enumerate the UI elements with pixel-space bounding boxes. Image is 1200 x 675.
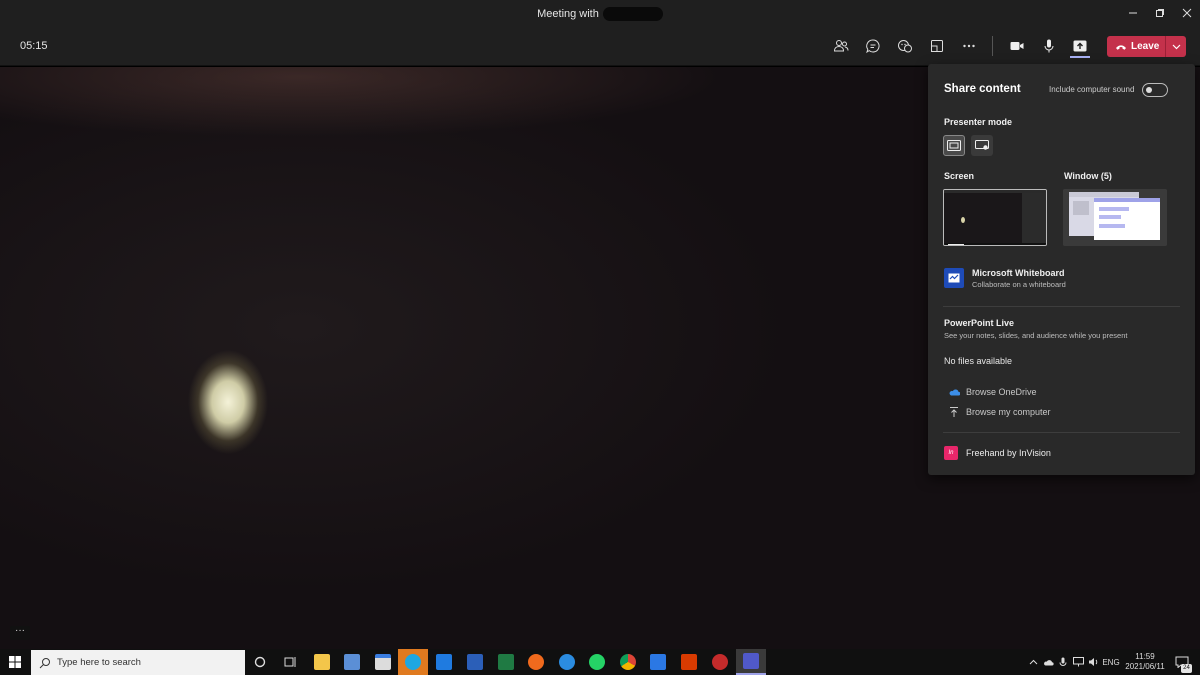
store-icon[interactable] [368, 649, 398, 675]
powerpoint-live-sub: See your notes, slides, and audience whi… [944, 331, 1128, 340]
toolbar-separator [992, 36, 993, 56]
title-bar: Meeting with [0, 0, 1200, 26]
whiteboard-icon [944, 268, 964, 288]
invision-icon: In [944, 446, 958, 460]
upload-icon [950, 407, 958, 417]
share-active-indicator [1070, 56, 1090, 58]
stage-more-button[interactable]: ··· [10, 626, 30, 640]
powerpoint-live-title: PowerPoint Live [944, 318, 1015, 328]
office-icon[interactable] [674, 649, 704, 675]
edge-icon[interactable] [552, 649, 582, 675]
onedrive-tray-icon[interactable] [1041, 649, 1055, 675]
mail-icon[interactable] [429, 649, 459, 675]
mic-icon[interactable] [1037, 34, 1061, 58]
presenter-mode-standout-icon[interactable] [971, 135, 993, 156]
minimize-icon[interactable] [1119, 0, 1147, 26]
leave-main[interactable]: Leave [1107, 36, 1165, 57]
window-label: Window (5) [1064, 171, 1112, 181]
notification-count-badge: 24 [1181, 664, 1192, 673]
mic-tray-icon[interactable] [1056, 649, 1070, 675]
presenter-mode-content-only-icon[interactable] [943, 135, 965, 156]
app-icon[interactable] [705, 649, 735, 675]
taskbar-clock[interactable]: 11:59 2021/06/11 [1124, 652, 1166, 672]
leave-button[interactable]: Leave [1107, 36, 1186, 57]
taskbar-search-box[interactable]: Type here to search [31, 650, 245, 675]
taskbar: Type here to search ENG 11:59 2021/06/11… [0, 649, 1200, 675]
network-tray-icon[interactable] [1071, 649, 1085, 675]
teams-icon[interactable] [736, 649, 766, 675]
onedrive-icon [949, 389, 960, 396]
freehand-option[interactable]: In Freehand by InVision [944, 446, 1051, 460]
tray-chevron-icon[interactable] [1026, 649, 1040, 675]
redacted-name [602, 7, 663, 21]
whiteboard-taskbar-icon[interactable] [643, 649, 673, 675]
panel-title: Share content [944, 83, 1021, 95]
people-icon[interactable] [829, 34, 853, 58]
camera-icon[interactable] [1005, 34, 1029, 58]
more-icon[interactable] [957, 34, 981, 58]
include-sound-toggle[interactable] [1142, 83, 1168, 97]
close-icon[interactable] [1173, 0, 1200, 26]
excel-icon[interactable] [491, 649, 521, 675]
leave-options-chevron-icon[interactable] [1166, 44, 1186, 50]
restore-icon[interactable] [1146, 0, 1174, 26]
firefox-icon[interactable] [521, 649, 551, 675]
file-explorer-icon[interactable] [307, 649, 337, 675]
volume-tray-icon[interactable] [1086, 649, 1100, 675]
reactions-icon[interactable] [893, 34, 917, 58]
chrome-icon[interactable] [613, 649, 643, 675]
share-content-panel: Share content Include computer sound Pre… [928, 64, 1195, 475]
language-indicator[interactable]: ENG [1100, 649, 1122, 675]
include-sound-label: Include computer sound [1049, 85, 1135, 94]
search-icon [39, 657, 50, 668]
no-files-label: No files available [944, 356, 1013, 366]
whiteboard-option[interactable]: Microsoft Whiteboard Collaborate on a wh… [944, 268, 1066, 289]
task-view-icon[interactable] [275, 649, 305, 675]
screen-label: Screen [944, 171, 975, 181]
window-title: Meeting with [0, 7, 1200, 21]
presenter-mode-label: Presenter mode [944, 117, 1013, 127]
share-icon[interactable] [1068, 34, 1092, 58]
skype-icon[interactable] [398, 649, 428, 675]
hang-up-icon [1116, 44, 1126, 50]
browse-computer-link[interactable]: Browse my computer [948, 406, 1051, 418]
rooms-icon[interactable] [925, 34, 949, 58]
meeting-toolbar: 05:15 Leave [0, 26, 1200, 66]
whatsapp-icon[interactable] [582, 649, 612, 675]
screen-thumbnail[interactable] [943, 189, 1047, 246]
windows-start-icon[interactable] [0, 649, 30, 675]
chat-icon[interactable] [861, 34, 885, 58]
meeting-timer: 05:15 [20, 40, 48, 52]
calculator-icon[interactable] [337, 649, 367, 675]
window-thumbnail[interactable] [1063, 189, 1167, 246]
browse-onedrive-link[interactable]: Browse OneDrive [948, 387, 1037, 397]
word-icon[interactable] [460, 649, 490, 675]
cortana-icon[interactable] [245, 649, 275, 675]
